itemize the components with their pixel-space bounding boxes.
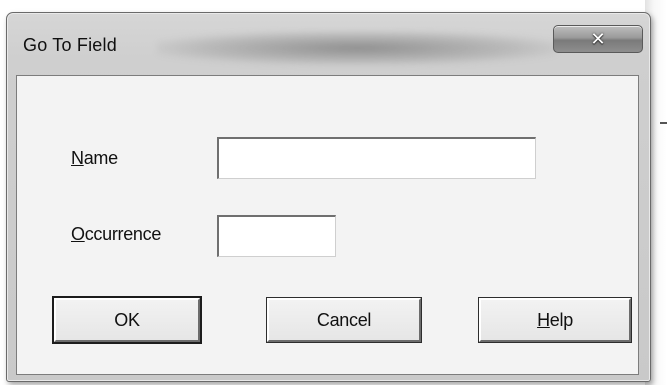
occurrence-label: Occurrence <box>71 224 161 245</box>
help-mnemonic: H <box>537 309 550 330</box>
background-line <box>660 122 667 124</box>
blurred-background-title <box>157 31 557 65</box>
go-to-field-dialog: Go To Field ✕ Name Occurrence OK Cancel … <box>6 12 651 382</box>
name-label: Name <box>71 148 118 169</box>
name-input[interactable] <box>217 137 536 179</box>
occurrence-input[interactable] <box>217 215 336 257</box>
name-label-text: ame <box>83 148 118 168</box>
help-button[interactable]: Help <box>478 297 632 343</box>
occurrence-label-mnemonic: O <box>71 224 85 244</box>
cancel-button[interactable]: Cancel <box>266 297 422 343</box>
cancel-button-label: Cancel <box>316 309 372 330</box>
occurrence-label-text: ccurrence <box>84 224 162 244</box>
dialog-title: Go To Field <box>23 35 117 55</box>
ok-button-label: OK <box>114 309 140 330</box>
dialog-client-area: Name Occurrence OK Cancel Help <box>16 75 639 375</box>
name-label-mnemonic: N <box>71 148 84 168</box>
ok-button[interactable]: OK <box>52 296 202 344</box>
close-button[interactable]: ✕ <box>553 25 643 53</box>
close-icon: ✕ <box>590 28 606 49</box>
help-label-text: elp <box>549 309 573 330</box>
title-bar[interactable]: Go To Field ✕ <box>7 13 650 73</box>
help-button-label: Help <box>537 310 573 331</box>
